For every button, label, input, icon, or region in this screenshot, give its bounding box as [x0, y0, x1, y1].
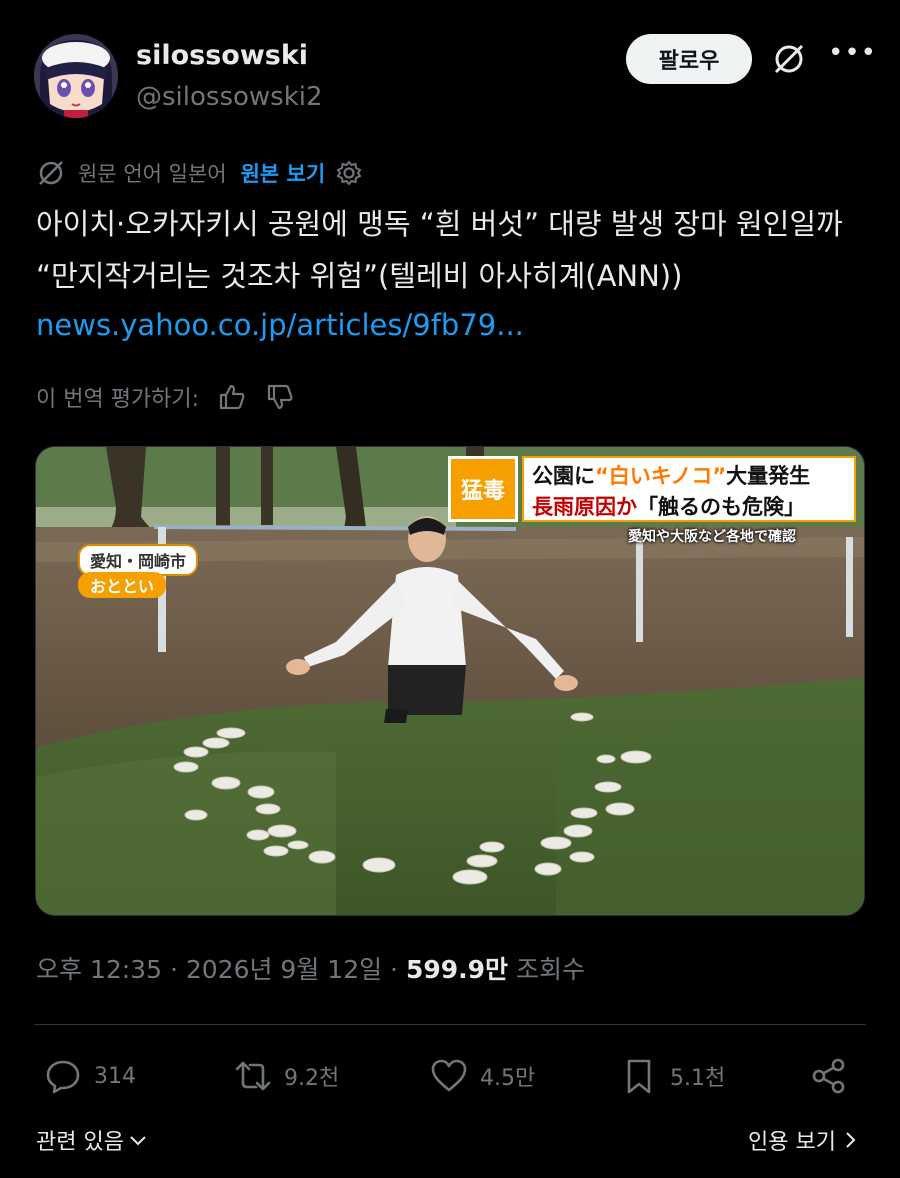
reply-count: 314	[94, 1063, 136, 1089]
meta-separator: ·	[390, 955, 406, 984]
bookmark-count: 5.1천	[670, 1066, 726, 1091]
display-name[interactable]: silossowski	[136, 40, 308, 71]
tweet-text: 아이치·오카자키시 공원에 맹독 “흰 버섯” 대량 발생 장마 원인일까 “만…	[36, 207, 843, 293]
related-label: 관련 있음	[36, 1130, 124, 1155]
show-original-link[interactable]: 원본 보기	[241, 158, 326, 188]
media-headline-line2: 長雨原因か「触るのも危険」	[532, 491, 805, 521]
headline-part-c: 大量発生	[726, 464, 811, 488]
meta-separator: ·	[169, 955, 186, 984]
headline-part-d: 長雨原因か	[532, 495, 637, 519]
translation-info: 원문 언어 일본어 원본 보기	[36, 156, 363, 190]
divider	[34, 1024, 866, 1025]
repost-icon	[235, 1061, 271, 1091]
article-link[interactable]: news.yahoo.co.jp/articles/9fb79...	[36, 302, 524, 348]
media-date-tag: おととい	[78, 572, 167, 598]
action-bar: 314 9.2천 4.5만 5.1천	[36, 1050, 866, 1102]
repost-count: 9.2천	[284, 1066, 340, 1091]
quotes-label: 인용 보기	[748, 1130, 836, 1155]
tweet-time[interactable]: 오후 12:35	[36, 955, 162, 984]
media-badge: 猛毒	[448, 456, 518, 522]
thumbs-up-icon[interactable]	[217, 382, 247, 412]
tweet-header: silossowski @silossowski2 팔로우 •••	[34, 32, 876, 122]
reply-button[interactable]: 314	[44, 1050, 136, 1102]
like-button[interactable]: 4.5만	[430, 1050, 535, 1102]
media-headline-line1: 公園に“白いキノコ”大量発生	[532, 460, 810, 490]
reply-icon	[46, 1060, 80, 1094]
like-count: 4.5만	[480, 1066, 536, 1091]
media-headline: 公園に“白いキノコ”大量発生 長雨原因か「触るのも危険」	[522, 456, 856, 522]
rate-label: 이 번역 평가하기:	[36, 387, 200, 412]
share-icon	[812, 1058, 845, 1094]
bookmark-icon	[627, 1059, 651, 1094]
related-toggle[interactable]: 관련 있음	[36, 1124, 148, 1156]
headline-part-b: “白いキノコ”	[595, 464, 727, 488]
avatar-illustration	[34, 34, 118, 118]
avatar[interactable]	[34, 34, 118, 118]
gear-icon[interactable]	[335, 159, 363, 187]
tweet-meta: 오후 12:35 · 2026년 9월 12일 · 599.9만 조회수	[36, 950, 585, 986]
headline-part-a: 公園に	[532, 464, 595, 488]
views-count: 599.9만	[405, 955, 509, 984]
repost-button[interactable]: 9.2천	[234, 1050, 339, 1102]
translate-icon	[39, 161, 63, 185]
thumbs-down-icon[interactable]	[265, 382, 295, 412]
grok-icon[interactable]	[772, 42, 806, 76]
more-options-icon[interactable]: •••	[828, 40, 876, 76]
follow-button[interactable]: 팔로우	[626, 34, 752, 84]
rate-translation: 이 번역 평가하기:	[36, 378, 295, 416]
headline-part-e: 「触るのも危険」	[637, 495, 805, 519]
chevron-down-icon	[130, 1136, 146, 1146]
media-subcaption: 愛知や大阪など各地で確認	[628, 529, 796, 545]
bookmark-button[interactable]: 5.1천	[620, 1050, 725, 1102]
user-handle[interactable]: @silossowski2	[136, 82, 323, 112]
share-button[interactable]	[810, 1050, 860, 1102]
chevron-right-icon	[846, 1132, 856, 1148]
heart-icon	[431, 1059, 467, 1092]
view-quotes-link[interactable]: 인용 보기	[748, 1124, 860, 1156]
tweet-date[interactable]: 2026년 9월 12일	[186, 955, 382, 984]
views-label: 조회수	[515, 955, 585, 984]
source-language-label: 원문 언어 일본어	[78, 162, 227, 186]
